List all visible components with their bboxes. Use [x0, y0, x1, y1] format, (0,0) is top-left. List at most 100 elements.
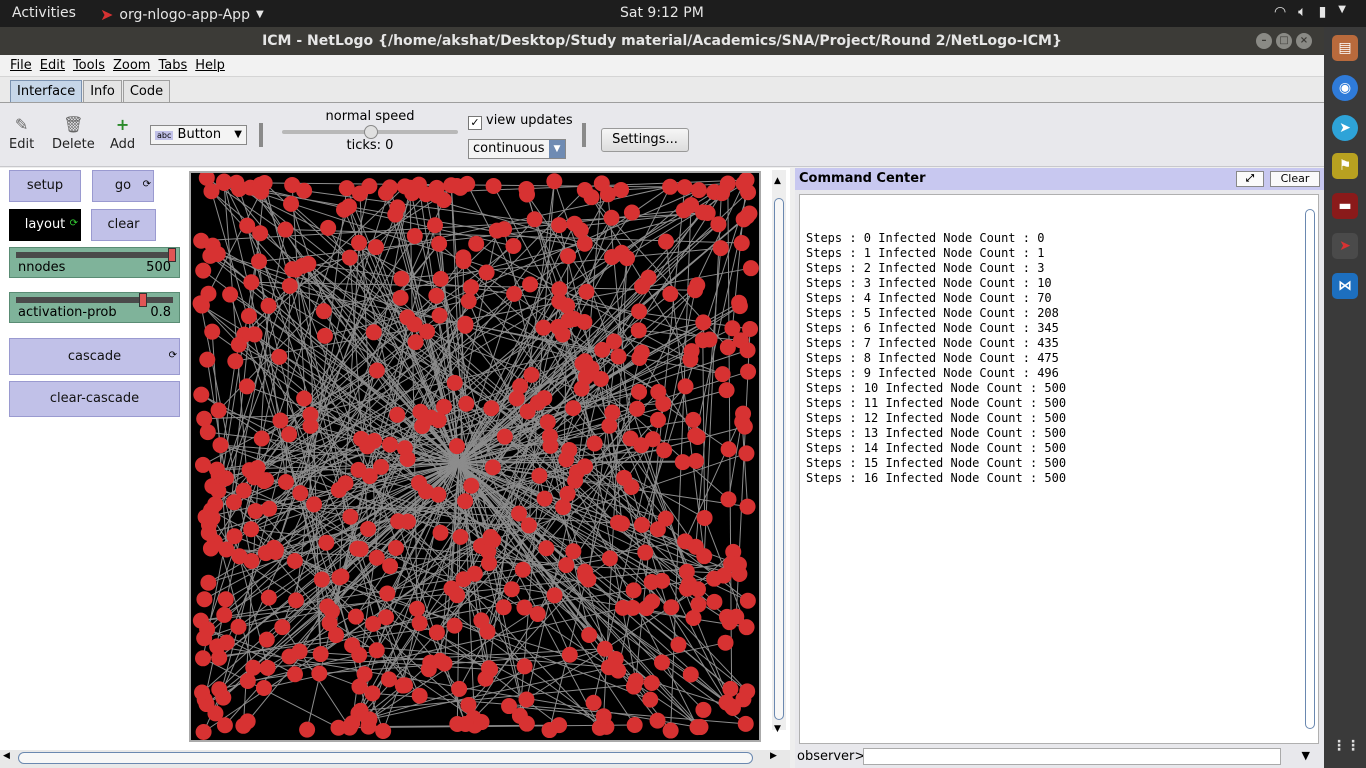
scrollbar-thumb[interactable] — [1305, 209, 1315, 729]
command-input[interactable] — [863, 748, 1281, 765]
speed-slider[interactable] — [282, 125, 458, 139]
netlogo-app-icon[interactable]: ➤ — [1332, 233, 1358, 259]
view-updates-checkbox[interactable]: ✓ view updates — [468, 113, 573, 130]
menu-help[interactable]: Help — [195, 58, 225, 73]
widget-type-select[interactable]: abc Button ▼ — [150, 125, 247, 145]
slider-knob[interactable] — [139, 293, 147, 307]
vertical-scrollbar[interactable] — [1304, 195, 1316, 743]
graph-node — [428, 624, 445, 641]
graph-node — [625, 678, 642, 695]
clock[interactable]: Sat 9:12 PM — [620, 5, 704, 21]
files-app-icon[interactable]: ▤ — [1332, 35, 1358, 61]
activities-button[interactable]: Activities — [12, 5, 76, 21]
clear-button[interactable]: clear — [91, 209, 156, 241]
graph-node — [204, 323, 221, 340]
graph-node — [432, 270, 449, 287]
graph-node — [649, 521, 666, 538]
chrome-icon[interactable]: ◉ — [1332, 75, 1358, 101]
scrollbar-thumb[interactable] — [18, 752, 753, 764]
graph-node — [259, 659, 276, 676]
scroll-right-icon[interactable]: ▶ — [770, 751, 777, 761]
telegram-icon[interactable]: ➤ — [1332, 115, 1358, 141]
menu-tabs[interactable]: Tabs — [158, 58, 187, 73]
tab-info[interactable]: Info — [83, 80, 122, 102]
chevron-down-icon[interactable]: ▼ — [1338, 4, 1346, 20]
graph-node — [605, 333, 622, 350]
world-view[interactable] — [189, 169, 761, 742]
graph-node — [458, 395, 475, 412]
chevron-down-icon[interactable]: ▼ — [1302, 749, 1310, 762]
graph-node — [662, 722, 679, 739]
close-icon[interactable]: × — [1296, 33, 1312, 49]
go-button[interactable]: go ⟳ — [92, 170, 154, 202]
vscode-icon[interactable]: ⋈ — [1332, 273, 1358, 299]
graph-node — [559, 485, 576, 502]
tab-code[interactable]: Code — [122, 80, 171, 102]
graph-node — [717, 634, 734, 651]
output-line: Steps : 6 Infected Node Count : 345 — [806, 321, 1059, 335]
command-center: Command Center ⤢ Clear Steps : 0 Infecte… — [795, 168, 1324, 768]
graph-node — [195, 724, 212, 741]
maximize-icon[interactable]: □ — [1276, 33, 1292, 49]
settings-button[interactable]: Settings... — [601, 128, 689, 152]
app-grid-icon[interactable]: ⋮⋮ — [1332, 733, 1360, 759]
speed-slider-knob[interactable] — [364, 125, 378, 139]
delete-button[interactable]: 🗑︎ Delete — [52, 115, 95, 152]
scrollbar-thumb[interactable] — [774, 198, 784, 720]
graph-node — [738, 445, 755, 462]
graph-node — [619, 250, 636, 267]
expand-icon[interactable]: ⤢ — [1236, 171, 1264, 187]
graph-node — [406, 227, 423, 244]
scroll-up-icon[interactable]: ▲ — [774, 176, 781, 186]
graph-node — [706, 593, 723, 610]
clear-output-button[interactable]: Clear — [1270, 171, 1320, 187]
graph-node — [463, 279, 480, 296]
graph-node — [739, 592, 756, 609]
vertical-scrollbar[interactable]: ▲ ▼ — [772, 170, 786, 734]
menu-zoom[interactable]: Zoom — [113, 58, 150, 73]
graph-node — [656, 442, 673, 459]
menu-file[interactable]: File — [10, 58, 32, 73]
nnodes-slider[interactable]: nnodes 500 — [9, 247, 180, 278]
graph-node — [565, 543, 582, 560]
menu-tools[interactable]: Tools — [73, 58, 105, 73]
command-output[interactable]: Steps : 0 Infected Node Count : 0 Steps :… — [799, 194, 1319, 744]
graph-node — [256, 174, 273, 191]
layout-button[interactable]: layout ⟳ — [9, 209, 81, 241]
scroll-down-icon[interactable]: ▼ — [774, 724, 781, 734]
graph-node — [320, 219, 337, 236]
activation-prob-slider[interactable]: activation-prob 0.8 — [9, 292, 180, 323]
app-menu[interactable]: ➤ org-nlogo-app-App ▼ — [100, 5, 264, 24]
graph-node — [338, 180, 355, 197]
slider-track[interactable] — [16, 248, 176, 262]
volume-icon[interactable]: 🔈︎ — [1298, 4, 1306, 20]
scroll-left-icon[interactable]: ◀ — [3, 751, 10, 761]
wifi-icon[interactable]: ◠ — [1274, 4, 1286, 20]
edit-button[interactable]: ✎ Edit — [9, 115, 34, 152]
graph-node — [600, 659, 617, 676]
clear-cascade-button[interactable]: clear-cascade — [9, 381, 180, 417]
system-tray[interactable]: ◠ 🔈︎ ▮ ▼ — [1274, 4, 1346, 20]
setup-button[interactable]: setup — [9, 170, 81, 202]
slider-track[interactable] — [16, 293, 173, 307]
observer-prompt[interactable]: observer> — [797, 749, 865, 764]
horizontal-scrollbar[interactable]: ◀ ▶ — [0, 750, 790, 768]
output-line: Steps : 7 Infected Node Count : 435 — [806, 336, 1059, 350]
graph-node — [595, 708, 612, 725]
graph-node — [283, 195, 300, 212]
graph-node — [484, 459, 501, 476]
app-icon[interactable]: ⚑ — [1332, 153, 1358, 179]
graph-node — [516, 599, 533, 616]
terminal-icon[interactable]: ▬ — [1332, 193, 1358, 219]
checkbox-checked-icon[interactable]: ✓ — [468, 116, 482, 130]
tab-interface[interactable]: Interface — [10, 80, 83, 102]
menu-edit[interactable]: Edit — [40, 58, 65, 73]
graph-node — [626, 717, 643, 734]
graph-node — [638, 600, 655, 617]
minimize-icon[interactable]: – — [1256, 33, 1272, 49]
add-button[interactable]: + Add — [110, 115, 135, 152]
update-mode-select[interactable]: continuous ▼ — [468, 139, 566, 159]
battery-icon[interactable]: ▮ — [1319, 4, 1327, 20]
graph-node — [710, 216, 727, 233]
cascade-button[interactable]: cascade ⟳ — [9, 338, 180, 375]
